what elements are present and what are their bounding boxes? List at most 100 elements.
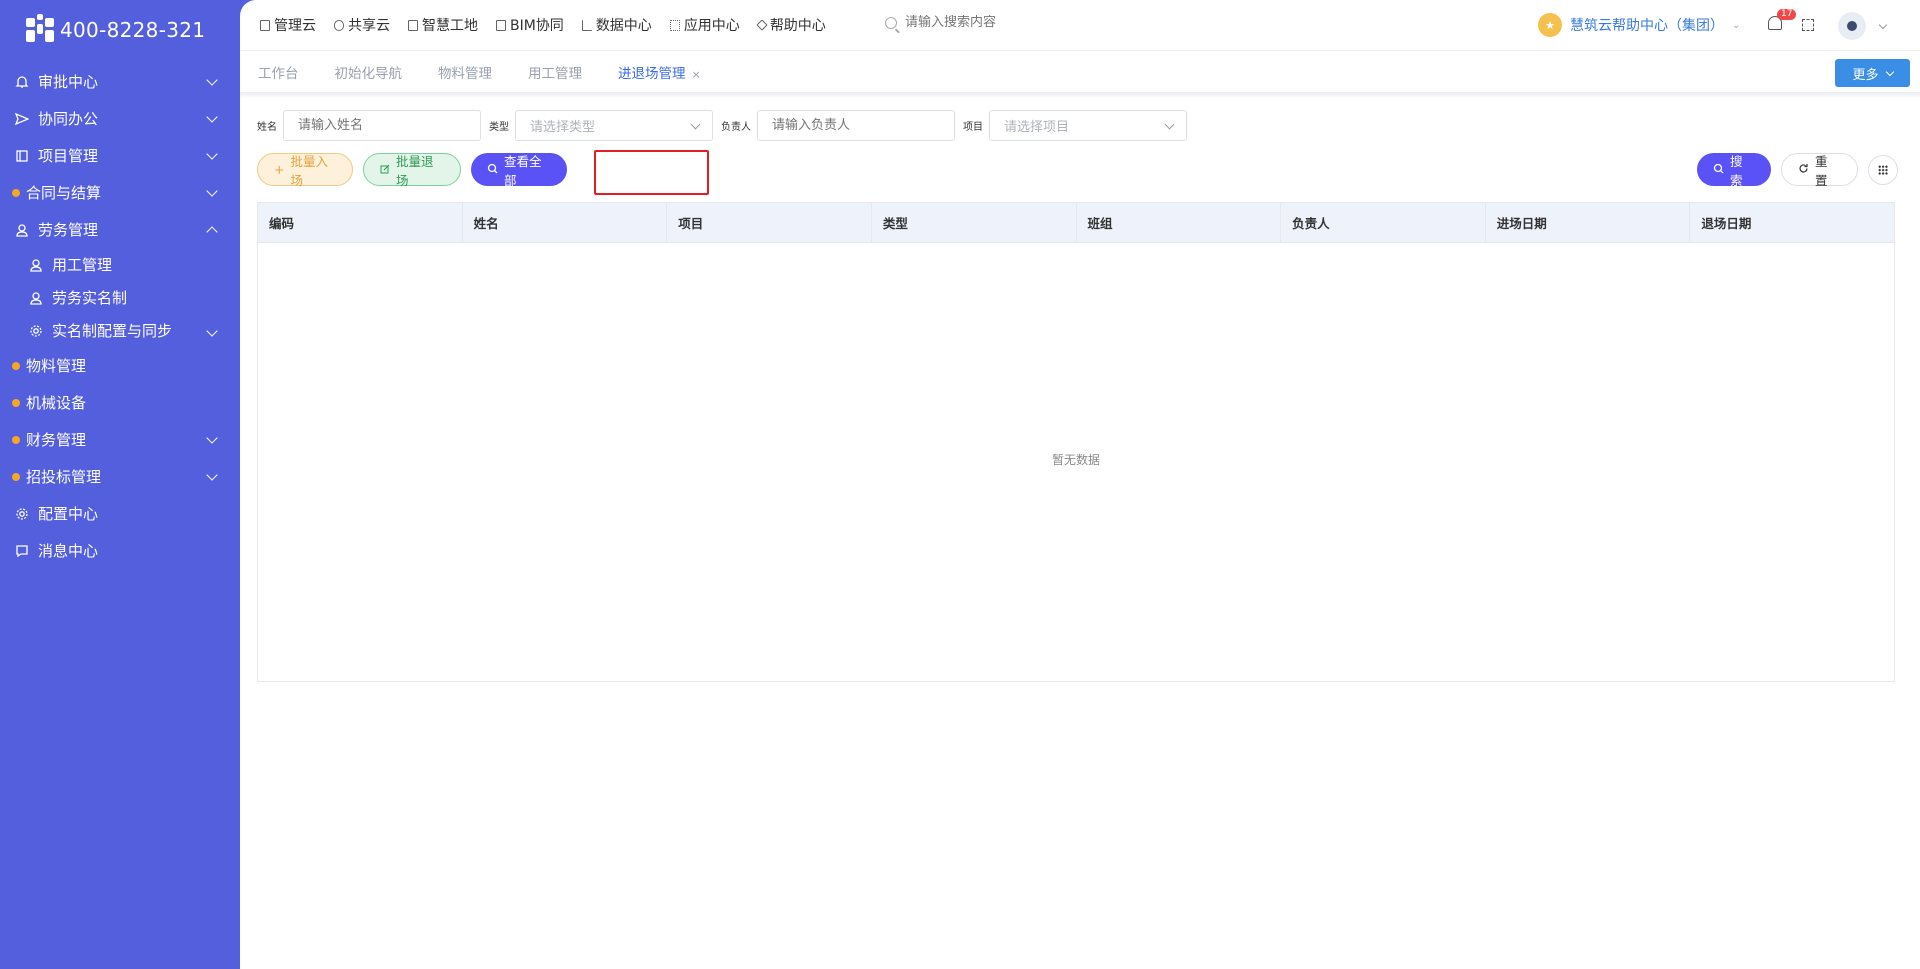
project-select[interactable]: 请选择项目 [989,110,1187,141]
column-header: 退场日期 [1701,216,1752,231]
column-header: 项目 [667,203,872,242]
sidebar-item-realname-sync[interactable]: 实名制配置与同步 [0,314,240,347]
topnav-app-center[interactable]: 应用中心 [669,15,740,35]
fullscreen-icon[interactable] [1802,19,1814,31]
sidebar-item-label: 机械设备 [26,394,87,412]
sidebar-item-collab[interactable]: 协同办公 [0,100,240,137]
help-center-label: 慧筑云帮助中心（集团） [1570,18,1724,34]
topnav-management-cloud[interactable]: 管理云 [260,15,316,35]
grid-icon [669,19,680,31]
sidebar-item-material[interactable]: 物料管理 [0,347,240,384]
column-header: 编码 [258,203,463,242]
page-tabs: 工作台 初始化导航 物料管理 用工管理 进退场管理 × 更多 [240,50,1920,93]
tab-employment[interactable]: 用工管理 [528,62,582,82]
bell-icon [14,74,30,90]
filter-label-type: 类型 [489,122,509,133]
filter-label-owner: 负责人 [721,122,751,133]
chevron-down-icon [206,148,218,160]
refresh-icon [1798,162,1809,177]
reset-label: 重 置 [1815,153,1828,188]
column-header: 类型 [872,203,1077,242]
tab-material[interactable]: 物料管理 [438,62,492,82]
more-button[interactable]: 更多 [1835,59,1910,87]
filter-label-name: 姓名 [257,122,277,133]
owner-input[interactable] [757,110,955,141]
close-icon[interactable]: × [692,68,701,81]
user-icon [28,290,44,306]
gear-icon [14,506,30,522]
logo-icon [24,14,56,46]
sidebar-item-label: 协同办公 [38,110,99,128]
highlight-box [594,150,709,195]
search-input[interactable] [905,15,1105,30]
sidebar-item-bidding[interactable]: 招投标管理 [0,458,240,495]
table-header: 编码 姓名 项目 类型 班组 负责人 进场日期 退场日期 [258,203,1894,243]
user-icon [14,222,30,238]
batch-enter-button[interactable]: + 批量入场 [257,153,353,188]
filter-bar: 姓名 类型 请选择类型 负责人 项目 请选择项目 [257,110,1195,141]
dot-icon [12,398,20,407]
help-center-dropdown[interactable]: ★ 慧筑云帮助中心（集团） ⌄ [1538,13,1740,37]
column-header: 负责人 [1281,203,1486,242]
document-icon [408,19,418,31]
reset-button[interactable]: 重 置 [1781,153,1858,188]
more-label: 更多 [1852,67,1879,83]
column-settings-button[interactable] [1868,154,1898,185]
cube-icon [496,19,506,31]
search-icon [1713,162,1724,177]
chevron-down-icon[interactable] [1878,20,1888,30]
sidebar-item-label: 物料管理 [26,357,87,375]
grid-icon [1878,164,1888,175]
topnav-share-cloud[interactable]: 共享云 [334,15,390,35]
sidebar-item-labor[interactable]: 劳务管理 [0,211,240,248]
sidebar-item-config[interactable]: 配置中心 [0,495,240,532]
avatar[interactable] [1838,12,1866,40]
tab-init-nav[interactable]: 初始化导航 [335,62,403,82]
logo[interactable]: 400-8228-321 [0,0,240,60]
type-select[interactable]: 请选择类型 [515,110,713,141]
sidebar-item-finance[interactable]: 财务管理 [0,421,240,458]
top-nav: 管理云 共享云 智慧工地 BIM协同 数据中心 应用中心 帮助中心 [260,15,826,35]
right-action-bar: 搜 索 重 置 [1697,153,1898,188]
dot-icon [12,435,20,444]
dot-icon [12,361,20,370]
sidebar-item-label: 用工管理 [52,256,113,274]
sidebar-item-realname[interactable]: 劳务实名制 [0,281,240,314]
view-all-button[interactable]: 查看全部 [471,153,567,188]
sidebar-item-approval[interactable]: 审批中心 [0,63,240,100]
sidebar-item-contract[interactable]: 合同与结算 [0,174,240,211]
search-button[interactable]: 搜 索 [1697,153,1771,188]
tab-workbench[interactable]: 工作台 [258,62,299,82]
topnav-help-center[interactable]: 帮助中心 [756,15,826,35]
cloud-icon [334,19,344,31]
user-icon [28,257,44,273]
filter-label-project: 项目 [963,122,983,133]
bar-chart-icon [581,19,592,31]
sidebar-item-label: 财务管理 [26,431,87,449]
chevron-down-icon [206,74,218,86]
sidebar-item-label: 配置中心 [38,505,99,523]
sidebar-item-messages[interactable]: 消息中心 [0,532,240,569]
sidebar-item-label: 招投标管理 [26,468,102,486]
plus-icon: + [274,162,285,177]
name-input[interactable] [283,110,481,141]
chevron-down-icon [206,111,218,123]
brand-phone: 400-8228-321 [60,18,206,42]
search-icon [487,162,498,177]
tab-entry-exit[interactable]: 进退场管理 × [618,62,701,82]
batch-exit-button[interactable]: 批量退场 [363,153,461,188]
sidebar-item-projects[interactable]: 项目管理 [0,137,240,174]
sidebar-item-employment[interactable]: 用工管理 [0,248,240,281]
column-header: 姓名 [463,203,668,242]
main-panel: 管理云 共享云 智慧工地 BIM协同 数据中心 应用中心 帮助中心 ★ 慧筑云帮… [240,0,1920,969]
sidebar-item-label: 实名制配置与同步 [52,322,173,340]
topnav-data-center[interactable]: 数据中心 [581,15,652,35]
edit-icon [380,162,390,177]
gear-icon [28,323,44,339]
empty-state-text: 暂无数据 [1051,453,1100,467]
data-table: 编码 姓名 项目 类型 班组 负责人 进场日期 退场日期 暂无数据 [257,202,1895,682]
topnav-bim[interactable]: BIM协同 [496,15,564,35]
sidebar-item-label: 消息中心 [38,542,99,560]
topnav-smart-site[interactable]: 智慧工地 [408,15,478,35]
sidebar-item-machinery[interactable]: 机械设备 [0,384,240,421]
